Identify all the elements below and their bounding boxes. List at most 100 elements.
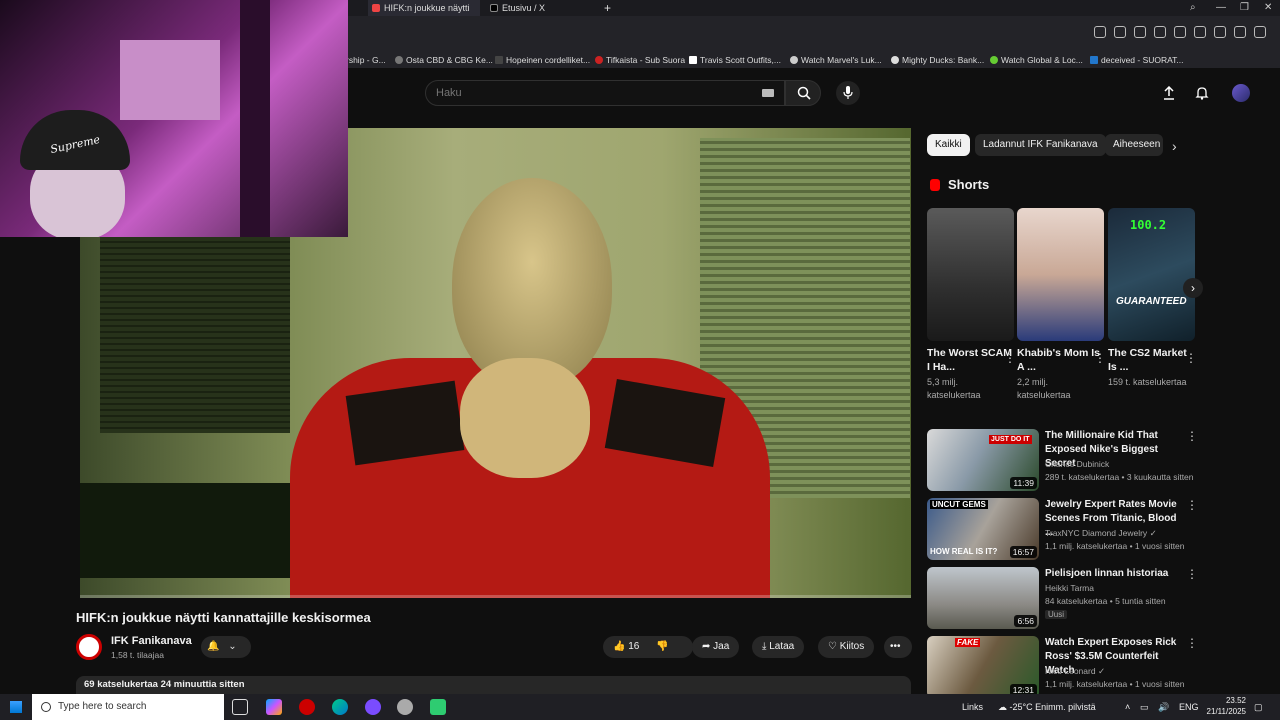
more-actions-button[interactable]: ••• — [884, 636, 912, 658]
links-toolbar[interactable]: Links — [962, 694, 983, 720]
bookmark-label: deceived - SUORAT... — [1101, 55, 1184, 65]
taskbar-search[interactable]: Type here to search — [32, 694, 224, 720]
short-card[interactable]: 100.2 GUARANTEED The CS2 Market Is ... 1… — [1108, 208, 1197, 389]
tab-x-home[interactable]: Etusivu / X — [486, 0, 596, 16]
more-options-icon[interactable]: ⋮ — [1094, 351, 1106, 365]
bookmark-item[interactable]: deceived - SUORAT... — [1089, 52, 1184, 68]
download-button[interactable]: ⤓ Lataa — [752, 636, 805, 658]
bookmark-item[interactable]: Hopeinen cordelliket... — [494, 52, 590, 68]
notifications-icon[interactable]: ▢ — [1254, 694, 1263, 720]
close-icon[interactable]: ✕ — [1264, 0, 1272, 16]
search-icon — [41, 702, 51, 712]
minimize-icon[interactable]: — — [1216, 0, 1226, 16]
short-card[interactable]: Khabib's Mom Is A ... 2,2 milj. katseluk… — [1017, 208, 1106, 402]
short-views: 5,3 milj. katselukertaa — [927, 377, 981, 400]
app-icon[interactable] — [397, 699, 413, 715]
chip-related[interactable]: Aiheeseen — [1105, 134, 1163, 156]
bookmark-item[interactable]: Osta CBD & CBG Ke... — [394, 52, 493, 68]
short-card[interactable]: The Worst SCAM I Ha... 5,3 milj. katselu… — [927, 208, 1016, 402]
search-input[interactable] — [426, 81, 746, 105]
bookmark-item[interactable]: rship - G... — [346, 52, 386, 68]
chip-all[interactable]: Kaikki — [927, 134, 970, 156]
lock-icon[interactable] — [1254, 26, 1266, 38]
video-thumbnail: UNCUT GEMS HOW REAL IS IT? 16:57 — [927, 498, 1039, 560]
more-options-icon[interactable]: ⋮ — [1185, 351, 1197, 365]
short-thumbnail — [1017, 208, 1104, 341]
search-button[interactable] — [785, 80, 821, 106]
download-icon[interactable] — [1214, 26, 1226, 38]
video-meta: 289 t. katselukertaa • 3 kuukautta sitte… — [1045, 472, 1194, 482]
chevron-right-icon[interactable]: › — [1172, 138, 1177, 154]
tab-label: HIFK:n joukkue näytti — [384, 3, 470, 13]
clock[interactable]: 23.52 21/11/2025 — [1196, 695, 1246, 717]
create-upload-icon[interactable] — [1162, 86, 1176, 100]
share-button[interactable]: ➦ Jaa — [692, 636, 740, 658]
channel-label: TraxNYC Diamond Jewelry — [1045, 528, 1148, 538]
task-view-icon[interactable] — [232, 699, 248, 715]
thumbs-down-icon: 👎 — [656, 641, 669, 652]
play-icon[interactable] — [1174, 26, 1186, 38]
bookmark-item[interactable]: Travis Scott Outfits,... — [688, 52, 781, 68]
thanks-icon: ♡ — [828, 641, 837, 652]
menu-icon[interactable] — [1234, 26, 1246, 38]
verified-icon: ✓ — [1097, 666, 1106, 676]
weather-widget[interactable]: ☁ -25°C Enimm. pilvistä — [998, 694, 1096, 720]
bookmark-icon — [495, 56, 503, 64]
recommendation-item[interactable]: FAKE 12:31 Watch Expert Exposes Rick Ros… — [927, 636, 1257, 694]
edge-icon[interactable] — [332, 699, 348, 715]
notifications-bell-icon[interactable] — [1195, 86, 1209, 100]
description-box[interactable]: 69 katselukertaa 24 minuuttia sitten — [76, 676, 911, 694]
video-progress-bar[interactable] — [80, 595, 911, 598]
recommendation-item[interactable]: 6:56 Pielisjoen linnan historiaa Heikki … — [927, 567, 1257, 629]
screenshot-icon[interactable] — [1114, 26, 1126, 38]
subscription-bell-button[interactable]: 🔔 ⌄ — [201, 636, 251, 658]
shield-icon[interactable] — [1134, 26, 1146, 38]
like-button[interactable]: 👍 16 — [613, 641, 639, 652]
opera-icon[interactable] — [299, 699, 315, 715]
more-options-icon[interactable]: ⋮ — [1004, 351, 1016, 365]
video-title: HIFK:n joukkue näytti kannattajille kesk… — [76, 610, 371, 625]
volume-icon[interactable]: 🔊 — [1158, 694, 1169, 720]
recommendation-item[interactable]: JUST DO IT 11:39 The Millionaire Kid Tha… — [927, 429, 1257, 491]
more-options-icon[interactable]: ⋮ — [1186, 636, 1198, 650]
discord-icon[interactable] — [365, 699, 381, 715]
maximize-icon[interactable]: ❐ — [1240, 0, 1249, 16]
search-tabs-icon[interactable]: ⌕ — [1190, 0, 1196, 16]
voice-search-button[interactable] — [836, 81, 860, 105]
channel-name[interactable]: IFK Fanikanava — [111, 635, 192, 647]
bookmark-item[interactable]: Watch Marvel's Luk... — [789, 52, 882, 68]
heart-icon[interactable] — [1194, 26, 1206, 38]
windows-start-icon[interactable] — [10, 701, 22, 713]
search-box — [425, 80, 785, 106]
copilot-icon[interactable] — [266, 699, 282, 715]
keyboard-icon[interactable] — [762, 89, 774, 97]
new-tab-button[interactable]: + — [600, 0, 618, 16]
share-label: Jaa — [713, 641, 730, 652]
chip-uploaded-by-channel[interactable]: Ladannut IFK Fanikanava — [975, 134, 1106, 156]
network-icon[interactable]: ▭ — [1140, 694, 1149, 720]
tray-overflow-icon[interactable]: ˄ — [1125, 694, 1130, 720]
short-thumbnail: 100.2 GUARANTEED — [1108, 208, 1195, 341]
bookmark-item[interactable]: Mighty Ducks: Bank... — [890, 52, 984, 68]
account-avatar[interactable] — [1232, 84, 1250, 102]
bookmark-item[interactable]: Tifkaista - Sub Suora — [594, 52, 685, 68]
bookmark-item[interactable]: Watch Global & Loc... — [989, 52, 1083, 68]
tab-hifk-video[interactable]: HIFK:n joukkue näytti — [368, 0, 480, 16]
channel-name: Heikki Tarma — [1045, 583, 1094, 593]
extension-icon[interactable] — [1094, 26, 1106, 38]
windows-taskbar: Type here to search Links ☁ -25°C Enimm.… — [0, 694, 1280, 720]
channel-avatar[interactable] — [76, 634, 102, 660]
extension-icon[interactable] — [1154, 26, 1166, 38]
recommendation-item[interactable]: UNCUT GEMS HOW REAL IS IT? 16:57 Jewelry… — [927, 498, 1257, 560]
thanks-button[interactable]: ♡ Kiitos — [818, 636, 875, 658]
more-options-icon[interactable]: ⋮ — [1186, 498, 1198, 512]
thumb-overlay-text: JUST DO IT — [989, 435, 1032, 444]
more-options-icon[interactable]: ⋮ — [1186, 567, 1198, 581]
app-icon[interactable] — [430, 699, 446, 715]
dislike-button[interactable]: 👎 — [656, 641, 668, 652]
shorts-next-button[interactable]: › — [1183, 278, 1203, 298]
weather-text: -25°C Enimm. pilvistä — [1009, 702, 1096, 712]
tab-audio-icon — [372, 4, 380, 12]
more-options-icon[interactable]: ⋮ — [1186, 429, 1198, 443]
clock-time: 23.52 — [1225, 696, 1246, 705]
